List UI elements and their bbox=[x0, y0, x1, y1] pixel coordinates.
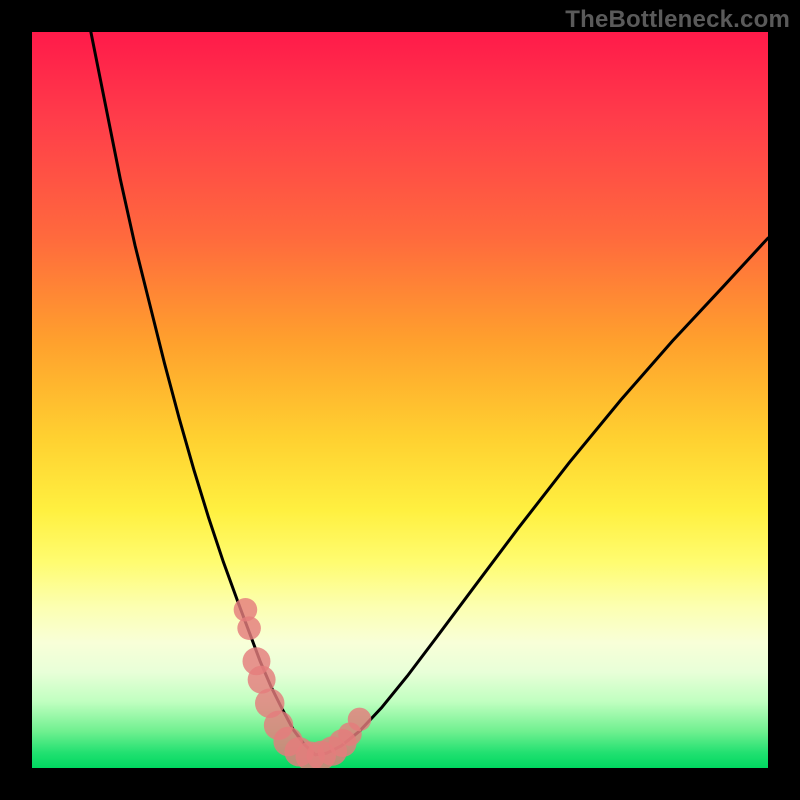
plot-area bbox=[32, 32, 768, 768]
curve-layer bbox=[32, 32, 768, 768]
chart-frame: TheBottleneck.com bbox=[0, 0, 800, 800]
data-dot bbox=[348, 708, 372, 732]
data-dot bbox=[237, 616, 261, 640]
watermark-text: TheBottleneck.com bbox=[565, 6, 790, 34]
curve-right bbox=[315, 238, 768, 755]
curve-left bbox=[91, 32, 315, 755]
data-dots bbox=[234, 598, 372, 768]
